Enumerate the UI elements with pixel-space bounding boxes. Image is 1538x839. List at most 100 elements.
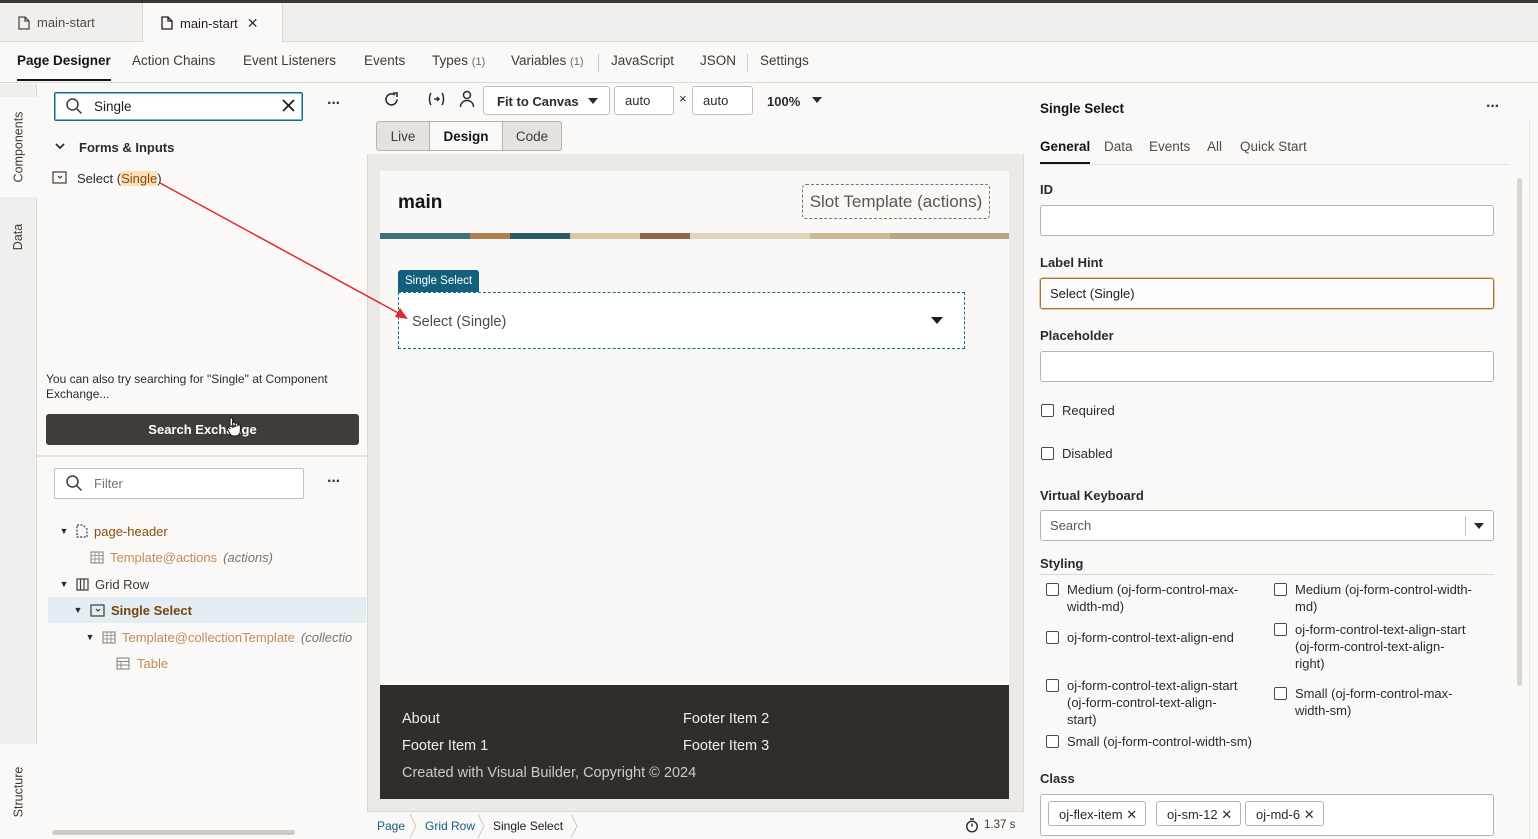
footer-link-item2[interactable]: Footer Item 2 bbox=[683, 711, 769, 727]
tree-node-slot: @collectionTemplate bbox=[174, 629, 295, 645]
vtab-components[interactable]: Components bbox=[0, 97, 37, 197]
tab-javascript[interactable]: JavaScript bbox=[611, 53, 674, 68]
style-option-max-width-md[interactable]: Medium (oj-form-control-max-width-md) bbox=[1046, 581, 1246, 615]
expand-caret-icon[interactable]: ▼ bbox=[72, 605, 84, 615]
slot-template-actions[interactable]: Slot Template (actions) bbox=[802, 184, 990, 219]
placeholder-field[interactable] bbox=[1040, 351, 1494, 382]
structure-more-icon[interactable]: ··· bbox=[327, 473, 341, 491]
mode-design-button[interactable]: Design bbox=[429, 121, 503, 151]
prop-tab-events[interactable]: Events bbox=[1149, 139, 1190, 154]
tree-node-template-collection[interactable]: ▼ Template @collectionTemplate (collectio bbox=[38, 624, 366, 650]
expand-caret-icon[interactable]: ▼ bbox=[58, 526, 70, 536]
components-more-icon[interactable]: ··· bbox=[327, 95, 341, 113]
tree-node-table[interactable]: Table bbox=[38, 650, 366, 676]
horizontal-scrollbar[interactable] bbox=[52, 830, 295, 835]
tab-action-chains[interactable]: Action Chains bbox=[132, 53, 215, 68]
style-option-max-width-sm[interactable]: Small (oj-form-control-max-width-sm) bbox=[1274, 685, 1474, 719]
styling-divider bbox=[1040, 574, 1494, 575]
structure-filter-input[interactable]: Filter bbox=[54, 468, 304, 499]
tree-node-label: Template bbox=[122, 629, 175, 645]
tab-types[interactable]: Types (1) bbox=[432, 53, 485, 68]
vtab-data[interactable]: Data bbox=[0, 202, 37, 272]
class-chip-oj-flex-item[interactable]: oj-flex-item ✕ bbox=[1048, 801, 1147, 826]
breadcrumb-grid-row[interactable]: Grid Row bbox=[425, 819, 475, 833]
checkbox-box[interactable] bbox=[1274, 583, 1287, 596]
properties-tabs-divider bbox=[1040, 164, 1509, 165]
select-caret-down-icon[interactable] bbox=[931, 317, 943, 324]
component-item-select-single[interactable]: Select (Single) bbox=[77, 171, 162, 186]
style-option-width-sm[interactable]: Small (oj-form-control-width-sm) bbox=[1046, 733, 1276, 750]
mode-code-button[interactable]: Code bbox=[502, 121, 562, 151]
footer-link-item3[interactable]: Footer Item 3 bbox=[683, 738, 769, 754]
tab-events[interactable]: Events bbox=[364, 53, 405, 68]
single-select-component[interactable]: Select (Single) bbox=[398, 292, 965, 349]
refresh-icon[interactable] bbox=[383, 91, 400, 108]
close-tab-icon[interactable]: ✕ bbox=[247, 15, 259, 32]
tab-event-listeners[interactable]: Event Listeners bbox=[243, 53, 336, 68]
prop-tab-quick-start[interactable]: Quick Start bbox=[1240, 139, 1307, 154]
checkbox-box[interactable] bbox=[1274, 687, 1287, 700]
vtab-structure[interactable]: Structure bbox=[0, 744, 37, 839]
group-collapse-chevron-icon[interactable] bbox=[54, 140, 66, 152]
tree-node-single-select[interactable]: ▼ Single Select bbox=[48, 597, 366, 623]
properties-scrollbar[interactable] bbox=[1517, 178, 1522, 686]
variables-icon[interactable] bbox=[427, 91, 446, 107]
checkbox-box[interactable] bbox=[1041, 404, 1054, 417]
style-option-text-align-right[interactable]: oj-form-control-text-align-start (oj-for… bbox=[1274, 621, 1474, 672]
disabled-checkbox[interactable]: Disabled bbox=[1041, 445, 1113, 462]
checkbox-box[interactable] bbox=[1041, 447, 1054, 460]
clear-search-icon[interactable] bbox=[282, 99, 295, 112]
style-option-text-align-end[interactable]: oj-form-control-text-align-end bbox=[1046, 629, 1246, 646]
style-option-text-align-start[interactable]: oj-form-control-text-align-start (oj-for… bbox=[1046, 677, 1246, 728]
remove-chip-icon[interactable]: ✕ bbox=[1126, 807, 1137, 822]
properties-more-icon[interactable]: ··· bbox=[1486, 98, 1500, 116]
tab-json[interactable]: JSON bbox=[700, 53, 736, 68]
prop-tab-all[interactable]: All bbox=[1207, 139, 1222, 154]
remove-chip-icon[interactable]: ✕ bbox=[1221, 807, 1232, 822]
tab-page-designer[interactable]: Page Designer bbox=[17, 53, 111, 81]
expand-caret-icon[interactable]: ▼ bbox=[84, 632, 96, 642]
search-exchange-button[interactable]: Search Exchange bbox=[46, 414, 359, 445]
class-chip-oj-md-6[interactable]: oj-md-6 ✕ bbox=[1245, 801, 1324, 826]
zoom-level[interactable]: 100% bbox=[767, 94, 800, 109]
prop-tab-general[interactable]: General bbox=[1040, 139, 1091, 164]
checkbox-box[interactable] bbox=[1046, 583, 1059, 596]
user-role-icon[interactable] bbox=[459, 90, 475, 108]
virtual-keyboard-select[interactable]: Search bbox=[1040, 510, 1494, 541]
tree-node-page-header[interactable]: ▼ page-header bbox=[38, 518, 366, 544]
tree-node-grid-row[interactable]: ▼ Grid Row bbox=[38, 571, 366, 597]
canvas-width-input[interactable]: auto bbox=[614, 86, 674, 115]
tree-node-template-actions[interactable]: Template @actions (actions) bbox=[38, 544, 366, 570]
tab-variables[interactable]: Variables (1) bbox=[511, 53, 584, 68]
breadcrumb-single-select[interactable]: Single Select bbox=[493, 819, 563, 833]
style-option-width-md[interactable]: Medium (oj-form-control-width-md) bbox=[1274, 581, 1474, 615]
select-label: Select (Single) bbox=[412, 314, 507, 330]
component-search-input[interactable]: Single bbox=[54, 92, 303, 121]
file-tab-main-start-active[interactable]: main-start ✕ bbox=[142, 3, 283, 43]
select-caret-down-icon[interactable] bbox=[1474, 523, 1484, 529]
class-chip-oj-sm-12[interactable]: oj-sm-12 ✕ bbox=[1156, 801, 1242, 826]
checkbox-box[interactable] bbox=[1046, 679, 1059, 692]
label-hint-field[interactable]: Select (Single) bbox=[1040, 278, 1494, 309]
file-tab-label: main-start bbox=[180, 15, 238, 31]
remove-chip-icon[interactable]: ✕ bbox=[1304, 807, 1315, 822]
expand-caret-icon[interactable]: ▼ bbox=[58, 579, 70, 589]
footer-link-about[interactable]: About bbox=[402, 711, 440, 727]
panel-divider[interactable] bbox=[37, 455, 367, 457]
footer-link-item1[interactable]: Footer Item 1 bbox=[402, 738, 488, 754]
checkbox-box[interactable] bbox=[1274, 623, 1287, 636]
mode-live-button[interactable]: Live bbox=[376, 121, 430, 151]
canvas-height-input[interactable]: auto bbox=[692, 86, 753, 115]
fit-to-canvas-dropdown[interactable]: Fit to Canvas bbox=[483, 86, 610, 115]
id-field[interactable] bbox=[1040, 205, 1494, 236]
file-tab-main-start[interactable]: main-start bbox=[0, 3, 109, 42]
required-checkbox[interactable]: Required bbox=[1041, 402, 1115, 419]
checkbox-box[interactable] bbox=[1046, 735, 1059, 748]
breadcrumb-page[interactable]: Page bbox=[377, 819, 405, 833]
checkbox-box[interactable] bbox=[1046, 631, 1059, 644]
group-forms-inputs[interactable]: Forms & Inputs bbox=[79, 140, 174, 155]
vtab-structure-label: Structure bbox=[11, 766, 26, 817]
tab-settings[interactable]: Settings bbox=[760, 53, 809, 68]
zoom-caret-down-icon[interactable] bbox=[812, 97, 822, 103]
prop-tab-data[interactable]: Data bbox=[1104, 139, 1133, 154]
